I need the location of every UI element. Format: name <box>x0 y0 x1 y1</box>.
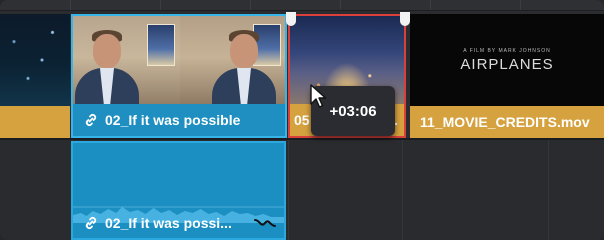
clip-thumbnail <box>0 14 70 106</box>
clip-thumbnail: A FILM BY MARK JOHNSON AIRPLANES <box>410 14 604 106</box>
title-card-credit: A FILM BY MARK JOHNSON <box>463 47 551 54</box>
clip-name: 05 <box>294 112 310 128</box>
clip-label <box>0 106 70 138</box>
clip-label: 11_MOVIE_CREDITS.mov <box>410 106 604 138</box>
link-icon <box>83 112 99 128</box>
trim-handle-left[interactable] <box>286 12 296 26</box>
clip-left-partial[interactable] <box>0 14 70 138</box>
title-card-title: AIRPLANES <box>460 55 554 73</box>
timeline-ruler[interactable] <box>0 0 604 11</box>
trim-handle-right[interactable] <box>400 12 410 26</box>
clip-label: 02_If it was possi... <box>73 208 284 238</box>
clip-name: 11_MOVIE_CREDITS.mov <box>420 114 590 130</box>
link-icon <box>83 215 99 231</box>
clip-label: 02_If it was possible <box>73 104 285 136</box>
arrow-cursor-icon <box>310 84 327 108</box>
audio-clip-interview[interactable]: 02_If it was possi... <box>71 141 286 240</box>
timeline-panel: 02_If it was possible 05 .. A FILM BY MA… <box>0 0 604 240</box>
keyframe-curve-icon[interactable] <box>254 216 276 230</box>
clip-thumbnail <box>73 16 285 108</box>
clip-name: 02_If it was possi... <box>105 215 232 231</box>
clip-name: 02_If it was possible <box>105 112 241 128</box>
trim-offset-value: +03:06 <box>329 102 377 120</box>
clip-interview[interactable]: 02_If it was possible <box>71 14 287 138</box>
clip-credits[interactable]: A FILM BY MARK JOHNSON AIRPLANES 11_MOVI… <box>410 14 604 138</box>
